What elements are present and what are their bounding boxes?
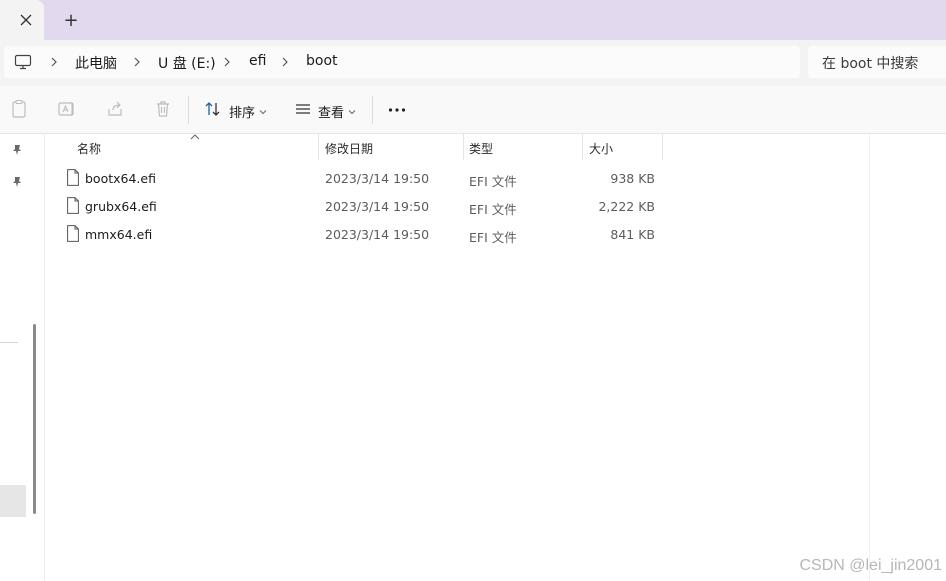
file-date: 2023/3/14 19:50 (325, 171, 430, 186)
file-type: EFI 文件 (469, 202, 517, 217)
breadcrumb-boot[interactable]: boot (306, 53, 338, 69)
this-pc-icon[interactable] (14, 54, 32, 70)
file-type: EFI 文件 (469, 230, 517, 245)
toolbar-divider (372, 96, 373, 124)
navigation-pane (0, 134, 45, 581)
nav-divider (0, 342, 18, 343)
delete-icon[interactable] (152, 98, 174, 120)
file-date: 2023/3/14 19:50 (325, 199, 430, 214)
address-row: 此电脑 U 盘 (E:) efi boot 在 boot 中搜索 (0, 40, 946, 86)
sort-button[interactable]: 排序 (229, 102, 255, 121)
tab-current[interactable] (0, 0, 44, 40)
search-input[interactable]: 在 boot 中搜索 (808, 46, 946, 78)
toolbar-divider (188, 96, 189, 124)
breadcrumb-efi[interactable]: efi (249, 53, 266, 69)
file-type: EFI 文件 (469, 174, 517, 189)
chevron-down-icon[interactable] (348, 105, 356, 115)
file-size: 938 KB (610, 171, 655, 186)
chevron-right-icon[interactable] (131, 55, 143, 69)
table-row[interactable]: grubx64.efi 2023/3/14 19:50 EFI 文件 2,222… (63, 194, 663, 220)
breadcrumb-this-pc[interactable]: 此电脑 (75, 53, 117, 73)
watermark: CSDN @lei_jin2001 (799, 557, 942, 574)
share-icon[interactable] (104, 98, 126, 120)
pin-icon[interactable] (11, 144, 23, 156)
nav-scrollbar[interactable] (33, 324, 36, 514)
file-icon (67, 197, 79, 214)
command-bar: 排序 查看 (0, 86, 946, 134)
column-divider[interactable] (582, 134, 583, 160)
address-bar[interactable]: 此电脑 U 盘 (E:) efi boot (4, 46, 800, 78)
file-list: 名称 修改日期 类型 大小 bootx64.efi 2023/3/14 19:5… (45, 134, 946, 581)
file-date: 2023/3/14 19:50 (325, 227, 430, 242)
nav-item-selected[interactable] (0, 485, 26, 517)
breadcrumb-usb-drive[interactable]: U 盘 (E:) (158, 53, 216, 73)
close-icon[interactable] (16, 10, 36, 30)
search-placeholder: 在 boot 中搜索 (822, 56, 919, 72)
table-row[interactable]: bootx64.efi 2023/3/14 19:50 EFI 文件 938 K… (63, 166, 663, 192)
more-icon[interactable] (386, 99, 408, 121)
new-tab-button[interactable]: + (60, 10, 82, 32)
column-header-size[interactable]: 大小 (589, 140, 613, 157)
pin-icon[interactable] (11, 176, 23, 188)
view-button[interactable]: 查看 (318, 102, 344, 121)
chevron-down-icon[interactable] (259, 105, 267, 115)
column-divider[interactable] (662, 134, 663, 160)
file-name: mmx64.efi (85, 227, 153, 242)
file-size: 2,222 KB (598, 199, 655, 214)
column-divider[interactable] (463, 134, 464, 160)
file-icon (67, 225, 79, 242)
file-icon (67, 169, 79, 186)
paste-icon[interactable] (8, 98, 30, 120)
sort-icon[interactable] (202, 98, 224, 120)
tab-strip: + (0, 0, 946, 40)
plus-icon: + (63, 10, 79, 31)
view-edge (869, 134, 870, 581)
chevron-right-icon[interactable] (48, 55, 60, 69)
file-name: bootx64.efi (85, 171, 156, 186)
column-header-type[interactable]: 类型 (469, 140, 493, 157)
view-icon[interactable] (292, 98, 314, 120)
table-row[interactable]: mmx64.efi 2023/3/14 19:50 EFI 文件 841 KB (63, 222, 663, 248)
chevron-right-icon[interactable] (221, 55, 233, 69)
file-name: grubx64.efi (85, 199, 157, 214)
column-divider[interactable] (318, 134, 319, 160)
chevron-right-icon[interactable] (279, 55, 291, 69)
column-header-date[interactable]: 修改日期 (325, 140, 373, 157)
column-header-name[interactable]: 名称 (77, 140, 101, 157)
rename-icon[interactable] (56, 98, 78, 120)
file-size: 841 KB (610, 227, 655, 242)
sort-ascending-icon (190, 134, 200, 140)
